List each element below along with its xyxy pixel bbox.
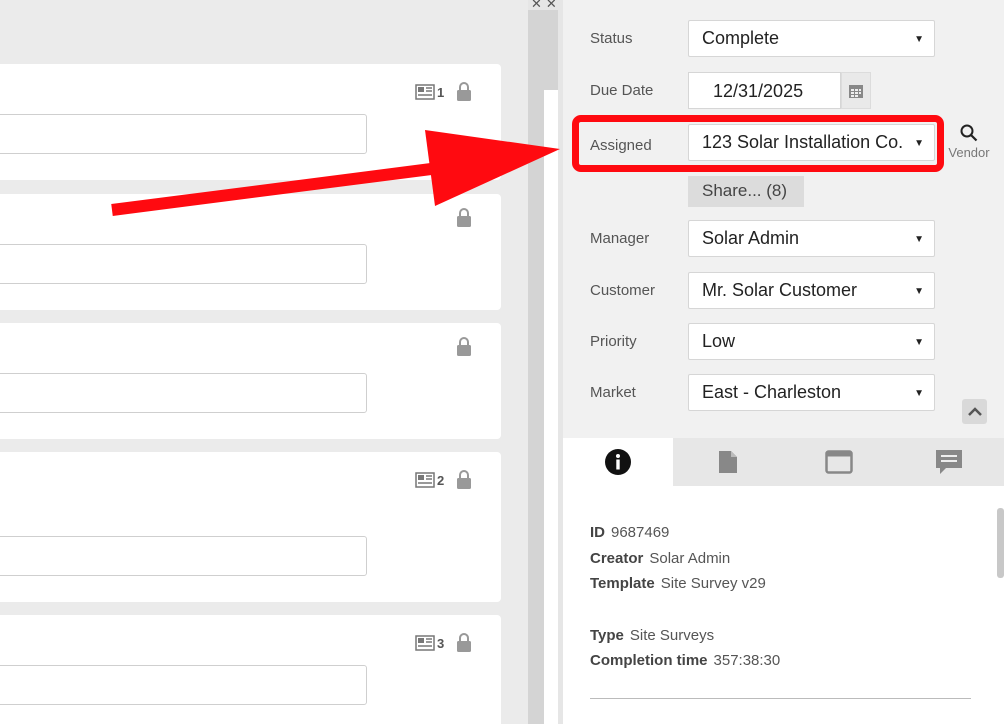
info-completion-time: Completion time 357:38:30 [590, 652, 781, 669]
info-panel: ID 9687469 Creator Solar Admin Template Sit… [563, 486, 1004, 724]
info-template: Template Site Survey v29 [590, 575, 766, 592]
comment-icon [935, 450, 962, 474]
tab-comments[interactable] [894, 438, 1004, 486]
tab-info[interactable] [563, 438, 674, 486]
divider [590, 698, 971, 699]
info-icon [605, 449, 632, 475]
info-type: Type Site Surveys [590, 627, 715, 644]
info-scrollbar-thumb[interactable] [997, 508, 1004, 578]
tab-window[interactable] [784, 438, 894, 486]
info-creator: Creator Solar Admin [590, 550, 731, 567]
info-id: ID 9687469 [590, 524, 670, 541]
detail-tabs [563, 438, 1004, 486]
document-icon [719, 451, 738, 473]
tab-document[interactable] [673, 438, 783, 486]
window-icon [824, 450, 853, 474]
